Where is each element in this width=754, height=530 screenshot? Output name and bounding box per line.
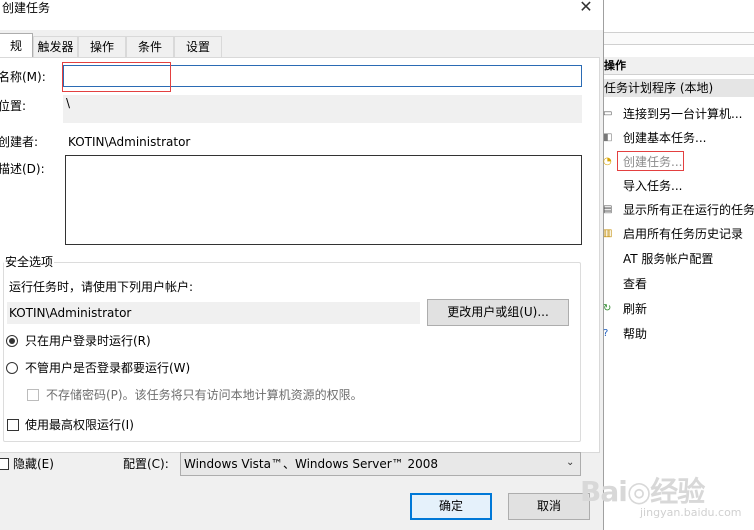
action-enable-history[interactable]: 启用所有任务历史记录 <box>623 226 743 242</box>
checkbox-highest-privileges[interactable] <box>7 419 19 431</box>
author-value: KOTIN\Administrator <box>68 135 191 149</box>
name-input[interactable] <box>63 65 582 87</box>
author-label: 创建者: <box>0 135 39 149</box>
action-import-task[interactable]: 导入任务... <box>623 178 682 194</box>
history-icon: ▥ <box>603 228 613 239</box>
help-icon: ? <box>603 328 609 339</box>
close-button[interactable]: ✕ <box>572 0 600 16</box>
action-view[interactable]: 查看 <box>623 276 647 292</box>
location-label: 位置: <box>0 99 27 113</box>
radio-run-logged-on[interactable] <box>6 335 18 347</box>
action-create-task[interactable]: 创建任务... <box>623 154 682 170</box>
config-label: 配置(C): <box>123 457 169 471</box>
ok-button[interactable]: 确定 <box>410 493 492 520</box>
watermark-logo: Bai◎经验 <box>580 475 705 508</box>
basic-task-icon: ◧ <box>603 132 613 143</box>
action-help[interactable]: 帮助 <box>623 326 647 342</box>
watermark-url: jingyan.baidu.com <box>640 506 742 519</box>
action-show-running-tasks[interactable]: 显示所有正在运行的任务 <box>623 202 754 218</box>
description-label: 描述(D): <box>0 162 45 176</box>
tab-actions[interactable]: 操作 <box>78 36 126 57</box>
tab-conditions[interactable]: 条件 <box>126 36 174 57</box>
security-options-legend: 安全选项 <box>4 254 55 270</box>
name-label: 名称(M): <box>0 70 46 84</box>
radio-run-logged-on-label[interactable]: 只在用户登录时运行(R) <box>25 333 151 349</box>
action-connect-computer[interactable]: 连接到另一台计算机... <box>623 106 742 122</box>
checkbox-highest-privileges-label[interactable]: 使用最高权限运行(I) <box>25 417 134 433</box>
action-create-basic-task[interactable]: 创建基本任务... <box>623 130 706 146</box>
location-value: \ <box>63 95 582 123</box>
running-tasks-icon: ▤ <box>603 204 613 215</box>
action-at-service-config[interactable]: AT 服务帐户配置 <box>623 251 713 267</box>
chevron-down-icon[interactable]: ⌄ <box>566 455 578 471</box>
run-as-label: 运行任务时，请使用下列用户帐户: <box>9 280 194 294</box>
description-textarea[interactable] <box>65 155 582 245</box>
tab-settings[interactable]: 设置 <box>174 36 222 57</box>
tab-triggers[interactable]: 触发器 <box>33 36 78 57</box>
checkbox-no-store-password-label: 不存储密码(P)。该任务将只有访问本地计算机资源的权限。 <box>46 388 363 402</box>
checkbox-no-store-password[interactable] <box>27 389 39 401</box>
radio-run-whether-logged-label[interactable]: 不管用户是否登录都要运行(W) <box>25 360 190 376</box>
refresh-icon: ↻ <box>603 303 612 314</box>
computer-icon: ▭ <box>603 108 613 119</box>
change-user-button[interactable]: 更改用户或组(U)... <box>427 299 569 326</box>
pane-top-strip <box>604 32 754 45</box>
actions-section-title[interactable]: 任务计划程序 (本地) <box>604 80 713 96</box>
create-task-icon: ◔ <box>603 156 612 167</box>
config-select[interactable]: Windows Vista™、Windows Server™ 2008 <box>180 452 581 476</box>
tab-general[interactable]: 规 <box>0 33 33 58</box>
cancel-button[interactable]: 取消 <box>508 493 590 520</box>
title-bar <box>0 0 603 30</box>
checkbox-hidden[interactable] <box>0 458 9 470</box>
actions-header: 操作 <box>604 59 626 72</box>
dialog-title: 创建任务 <box>2 1 51 15</box>
actions-header-bar <box>604 57 754 75</box>
radio-run-whether-logged[interactable] <box>6 362 18 374</box>
user-account-field: KOTIN\Administrator <box>7 302 420 324</box>
action-refresh[interactable]: 刷新 <box>623 301 647 317</box>
checkbox-hidden-label[interactable]: 隐藏(E) <box>13 456 54 472</box>
